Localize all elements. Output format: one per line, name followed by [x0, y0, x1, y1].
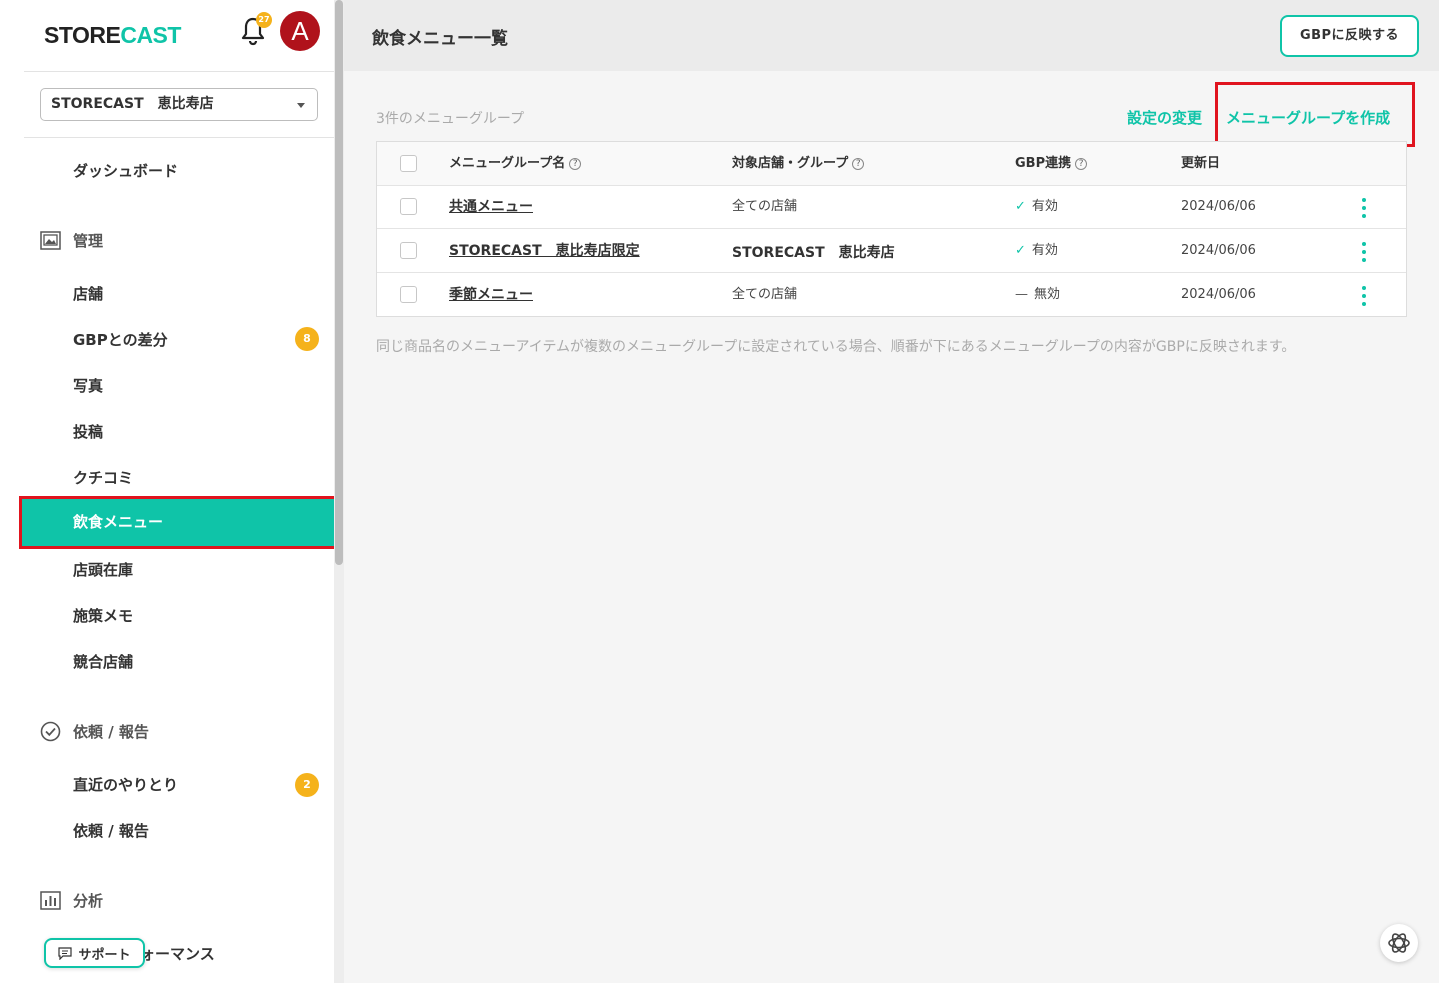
recent-badge: 2 [295, 773, 319, 797]
store-select[interactable]: STORECAST 恵比寿店 [40, 88, 318, 121]
store-select-value: STORECAST 恵比寿店 [51, 96, 214, 112]
sidebar-divider [24, 71, 334, 72]
table-row: STORECAST 恵比寿店限定 STORECAST 恵比寿店 ✓ 有効 2024… [377, 229, 1406, 273]
help-icon[interactable]: ? [1075, 158, 1088, 170]
sidebar-item-posts[interactable]: 投稿 [73, 421, 103, 442]
menu-group-name-link[interactable]: 共通メニュー [449, 199, 533, 215]
storecast-logo[interactable]: STORECAST [44, 22, 181, 49]
updated-date-cell: 2024/06/06 [1181, 199, 1256, 214]
more-options-icon[interactable] [1361, 198, 1367, 218]
sidebar-item-inventory[interactable]: 店頭在庫 [73, 559, 133, 580]
target-store-cell: 全ての店舗 [732, 287, 798, 302]
sidebar-section-label: 依頼 / 報告 [73, 723, 149, 741]
row-checkbox[interactable] [400, 242, 417, 259]
gbp-status-cell: ✓ 有効 [1015, 199, 1058, 214]
sidebar-section-label: 管理 [73, 232, 104, 250]
sidebar-item-food-menu[interactable]: 飲食メニュー [22, 499, 337, 546]
chat-icon [58, 946, 73, 960]
column-header-target: 対象店舗・グループ? [732, 142, 865, 186]
caret-down-icon [297, 103, 305, 108]
sidebar-item-gbp-diff[interactable]: GBPとの差分 [73, 329, 168, 350]
sidebar-item-stores[interactable]: 店舗 [73, 283, 103, 304]
create-menu-group-link[interactable]: メニューグループを作成 [1226, 107, 1390, 128]
sidebar-section-label: 分析 [73, 892, 104, 910]
reflect-gbp-button[interactable]: GBPに反映する [1280, 15, 1419, 57]
assistant-button[interactable] [1380, 924, 1418, 962]
sidebar-item-reviews[interactable]: クチコミ [73, 467, 133, 488]
sidebar-section-analysis: 分析 [40, 890, 103, 911]
sidebar-item-requests[interactable]: 依頼 / 報告 [73, 820, 149, 841]
target-store-cell: 全ての店舗 [732, 199, 798, 214]
bar-chart-icon [40, 891, 61, 910]
sidebar-section-manage: 管理 [40, 230, 103, 251]
column-header-updated: 更新日 [1181, 156, 1221, 171]
sidebar-item-memo[interactable]: 施策メモ [73, 605, 133, 626]
notification-count-badge: 27 [256, 12, 272, 28]
image-gallery-icon [40, 231, 61, 250]
page-title: 飲食メニュー一覧 [372, 29, 508, 49]
row-checkbox[interactable] [400, 198, 417, 215]
check-icon: ✓ [1015, 243, 1026, 258]
menu-group-name-link[interactable]: 季節メニュー [449, 287, 533, 303]
sidebar: STORECAST 27 A STORECAST 恵比寿店 ダッシュボード 管理… [0, 0, 344, 983]
dash-icon: — [1015, 287, 1028, 302]
target-store-cell: STORECAST 恵比寿店 [732, 245, 895, 261]
user-avatar[interactable]: A [280, 11, 320, 51]
more-options-icon[interactable] [1361, 286, 1367, 306]
support-label: サポート [78, 947, 131, 963]
table-header-row: メニューグループ名? 対象店舗・グループ? GBP連携? 更新日 [377, 142, 1406, 186]
column-header-gbp: GBP連携? [1015, 142, 1088, 186]
change-settings-link[interactable]: 設定の変更 [1127, 107, 1202, 128]
menu-group-table: メニューグループ名? 対象店舗・グループ? GBP連携? 更新日 共通メニュー … [376, 141, 1407, 317]
sidebar-item-performance[interactable]: ォーマンス [140, 943, 215, 964]
updated-date-cell: 2024/06/06 [1181, 287, 1256, 302]
sidebar-item-recent[interactable]: 直近のやりとり [73, 774, 178, 795]
gbp-status-cell: ✓ 有効 [1015, 243, 1058, 258]
table-row: 共通メニュー 全ての店舗 ✓ 有効 2024/06/06 [377, 185, 1406, 229]
assistant-knot-icon [1388, 933, 1410, 953]
support-button[interactable]: サポート [44, 938, 145, 968]
sidebar-section-requests: 依頼 / 報告 [40, 721, 149, 742]
updated-date-cell: 2024/06/06 [1181, 243, 1256, 258]
gbp-diff-badge: 8 [295, 327, 319, 351]
reflection-order-note: 同じ商品名のメニューアイテムが複数のメニューグループに設定されている場合、順番が… [376, 339, 1296, 355]
menu-group-name-link[interactable]: STORECAST 恵比寿店限定 [449, 243, 640, 259]
table-row: 季節メニュー 全ての店舗 — 無効 2024/06/06 [377, 273, 1406, 317]
gbp-status-cell: — 無効 [1015, 287, 1061, 302]
sidebar-item-competitors[interactable]: 競合店舗 [73, 651, 133, 672]
column-header-name: メニューグループ名? [449, 142, 582, 186]
help-icon[interactable]: ? [569, 158, 582, 170]
help-icon[interactable]: ? [852, 158, 865, 170]
check-icon: ✓ [1015, 199, 1026, 214]
row-checkbox[interactable] [400, 286, 417, 303]
sidebar-item-dashboard[interactable]: ダッシュボード [73, 160, 178, 181]
menu-group-count: 3件のメニューグループ [376, 111, 525, 127]
sidebar-item-photos[interactable]: 写真 [73, 375, 103, 396]
select-all-checkbox[interactable] [400, 155, 417, 172]
page-header [344, 0, 1439, 71]
sidebar-divider [24, 137, 334, 138]
more-options-icon[interactable] [1361, 242, 1367, 262]
sidebar-scrollbar-thumb[interactable] [335, 0, 343, 565]
check-circle-icon [40, 721, 61, 742]
